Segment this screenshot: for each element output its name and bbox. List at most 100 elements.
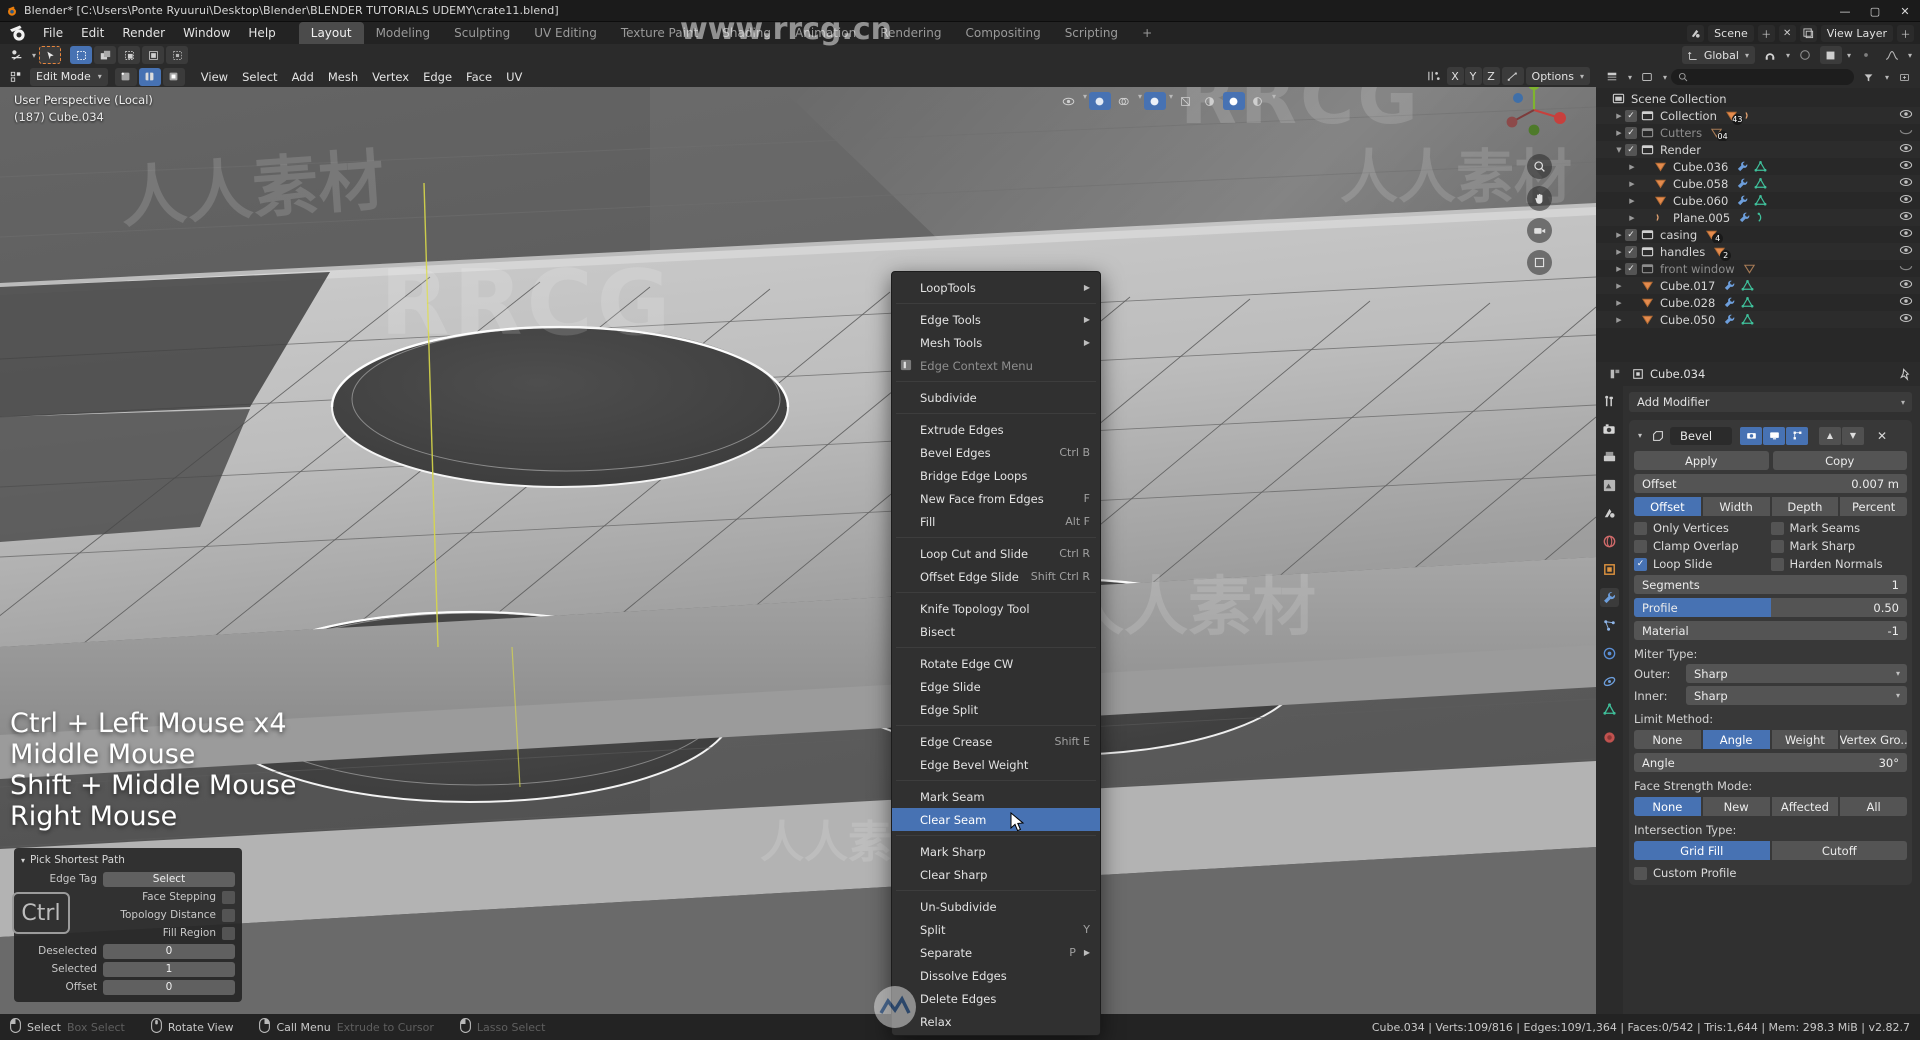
- workspace-tab-texture-paint[interactable]: Texture Paint: [609, 22, 710, 44]
- bevel-option-mark-seams[interactable]: Mark Seams: [1770, 521, 1908, 535]
- copy-modifier-button[interactable]: Copy: [1772, 451, 1907, 470]
- disclosure-chevron-right-icon[interactable]: ▶: [1626, 214, 1638, 222]
- bevel-offset-field[interactable]: Offset 0.007 m: [1634, 474, 1907, 493]
- properties-editor[interactable]: Cube.034 Add Modifier ▾ ▾ Bevel ▲ ▼ ✕ Ap…: [1596, 362, 1920, 1014]
- overlays-chevron-down-icon[interactable]: ▾: [1138, 92, 1142, 110]
- miter-outer-dropdown[interactable]: Sharp ▾: [1686, 664, 1907, 683]
- intersection-type-grid-fill[interactable]: Grid Fill: [1634, 841, 1770, 860]
- face-strength-all[interactable]: All: [1840, 797, 1907, 816]
- proportional-connected-icon[interactable]: [1855, 46, 1877, 64]
- properties-tab-modifier[interactable]: [1600, 588, 1619, 607]
- context-menu-item-clear-sharp[interactable]: Clear Sharp: [892, 863, 1100, 886]
- axis-toggle-x[interactable]: X: [1446, 67, 1464, 85]
- active-tool-chevron-down-icon[interactable]: ▾: [32, 51, 36, 60]
- axis-toggle-y[interactable]: Y: [1464, 67, 1482, 85]
- properties-editor-type-icon[interactable]: [1604, 365, 1626, 383]
- modifier-name-field[interactable]: Bevel: [1670, 426, 1732, 445]
- viewport-menu-select[interactable]: Select: [235, 68, 284, 86]
- interaction-mode-dropdown[interactable]: Edit Mode ▾: [30, 67, 108, 86]
- limit-method-angle[interactable]: Angle: [1702, 730, 1770, 749]
- outliner-type-chevron-down-icon[interactable]: ▾: [1628, 73, 1632, 82]
- context-menu-item-extrude-edges[interactable]: Extrude Edges: [892, 418, 1100, 441]
- disclosure-chevron-right-icon[interactable]: ▶: [1613, 248, 1625, 256]
- context-menu-item-edge-tools[interactable]: Edge Tools ▶: [892, 308, 1100, 331]
- properties-tab-world[interactable]: [1600, 532, 1619, 551]
- toggle-orthographic-icon[interactable]: [1527, 250, 1552, 275]
- topbar-menu-help[interactable]: Help: [239, 23, 284, 43]
- shading-solid-icon[interactable]: [1199, 92, 1221, 110]
- face-strength-none[interactable]: None: [1634, 797, 1701, 816]
- modifier-move-up-button[interactable]: ▲: [1819, 426, 1841, 445]
- context-menu-item-edge-slide[interactable]: Edge Slide: [892, 675, 1100, 698]
- viewport-menu-face[interactable]: Face: [459, 68, 499, 86]
- snap-magnet-icon[interactable]: [1759, 46, 1781, 64]
- fill-region-checkbox[interactable]: [222, 926, 235, 940]
- selected-field[interactable]: 1: [103, 961, 235, 977]
- properties-tab-scene[interactable]: [1600, 504, 1619, 523]
- outliner-new-collection-icon[interactable]: [1893, 68, 1915, 86]
- properties-tab-material[interactable]: [1600, 728, 1619, 747]
- context-menu-item-looptools[interactable]: LoopTools ▶: [892, 276, 1100, 299]
- context-menu-item-edge-bevel-weight[interactable]: Edge Bevel Weight: [892, 753, 1100, 776]
- eye-icon[interactable]: [1899, 312, 1914, 327]
- bevel-segments-field[interactable]: Segments 1: [1634, 575, 1907, 594]
- miter-inner-dropdown[interactable]: Sharp ▾: [1686, 686, 1907, 705]
- editor-type-icon[interactable]: [5, 68, 27, 86]
- workspace-tab-scripting[interactable]: Scripting: [1053, 22, 1130, 44]
- context-menu-item-edge-context-menu[interactable]: Edge Context Menu: [892, 354, 1100, 377]
- redo-expand-chevron-down-icon[interactable]: ▾: [21, 856, 25, 865]
- eye-icon[interactable]: [1899, 227, 1914, 242]
- deselected-field[interactable]: 0: [103, 943, 235, 959]
- add-modifier-dropdown[interactable]: Add Modifier ▾: [1629, 392, 1912, 412]
- maximize-button[interactable]: ▢: [1860, 0, 1890, 22]
- context-menu-item-offset-edge-slide[interactable]: Offset Edge Slide Shift Ctrl R: [892, 565, 1100, 588]
- modifier-render-toggle-camera-icon[interactable]: [1740, 426, 1762, 445]
- redo-row-edge-tag[interactable]: Edge Tag Select: [14, 870, 242, 888]
- properties-tab-constraints[interactable]: [1600, 672, 1619, 691]
- context-menu-item-relax[interactable]: Relax: [892, 1010, 1100, 1033]
- properties-tab-physics[interactable]: [1600, 644, 1619, 663]
- eye-icon[interactable]: [1899, 142, 1914, 157]
- context-menu-item-mark-seam[interactable]: Mark Seam: [892, 785, 1100, 808]
- add-view-layer-button[interactable]: ＋: [1897, 24, 1914, 42]
- outliner-editor-type-icon[interactable]: [1601, 68, 1623, 86]
- workspace-tab-rendering[interactable]: Rendering: [868, 22, 953, 44]
- shading-wireframe-icon[interactable]: [1175, 92, 1197, 110]
- outliner-filter-icon[interactable]: [1858, 68, 1880, 86]
- bevel-option-only-vertices[interactable]: Only Vertices: [1634, 521, 1771, 535]
- shading-material-preview-icon[interactable]: [1222, 92, 1245, 110]
- shading-chevron-down-icon[interactable]: ▾: [1272, 92, 1276, 110]
- context-menu-item-separate[interactable]: Separate P ▶: [892, 941, 1100, 964]
- disclosure-chevron-down-icon[interactable]: ▼: [1613, 146, 1625, 154]
- limit-method-weight[interactable]: Weight: [1771, 730, 1839, 749]
- outliner-display-mode-icon[interactable]: [1636, 68, 1658, 86]
- modifier-expand-chevron-down-icon[interactable]: ▾: [1634, 431, 1646, 440]
- offset-field[interactable]: 0: [103, 979, 235, 995]
- checkbox[interactable]: [1770, 521, 1784, 535]
- context-menu-item-knife-topology-tool[interactable]: Knife Topology Tool: [892, 597, 1100, 620]
- overlays-toggle-button[interactable]: [1113, 92, 1135, 110]
- minimize-button[interactable]: —: [1830, 0, 1860, 22]
- scene-selector[interactable]: Scene: [1708, 24, 1754, 42]
- bevel-material-field[interactable]: Material -1: [1634, 621, 1907, 640]
- context-menu-item-edge-crease[interactable]: Edge Crease Shift E: [892, 730, 1100, 753]
- context-menu-item-fill[interactable]: Fill Alt F: [892, 510, 1100, 533]
- topbar-menu-render[interactable]: Render: [113, 23, 174, 43]
- workspace-tab-compositing[interactable]: Compositing: [953, 22, 1052, 44]
- properties-breadcrumb[interactable]: Cube.034: [1632, 367, 1705, 381]
- disclosure-chevron-right-icon[interactable]: ▶: [1626, 163, 1638, 171]
- workspace-tab-layout[interactable]: Layout: [298, 22, 364, 44]
- mesh-edit-mode-overlay-icon[interactable]: [1423, 67, 1445, 85]
- view-layer-icon[interactable]: [1799, 24, 1817, 42]
- eye-icon[interactable]: [1899, 108, 1914, 123]
- context-menu-item-dissolve-edges[interactable]: Dissolve Edges: [892, 964, 1100, 987]
- workspace-tab-uv-editing[interactable]: UV Editing: [522, 22, 609, 44]
- eye-icon[interactable]: [1899, 176, 1914, 191]
- bevel-option-harden-normals[interactable]: Harden Normals: [1770, 557, 1908, 571]
- eye-icon[interactable]: [1899, 278, 1914, 293]
- custom-profile-row[interactable]: Custom Profile: [1634, 866, 1907, 880]
- limit-method-none[interactable]: None: [1634, 730, 1701, 749]
- disclosure-chevron-right-icon[interactable]: ▶: [1626, 197, 1638, 205]
- limit-method-vertex-gro-[interactable]: Vertex Gro..: [1840, 730, 1907, 749]
- redo-row-deselected[interactable]: Deselected 0: [14, 942, 242, 960]
